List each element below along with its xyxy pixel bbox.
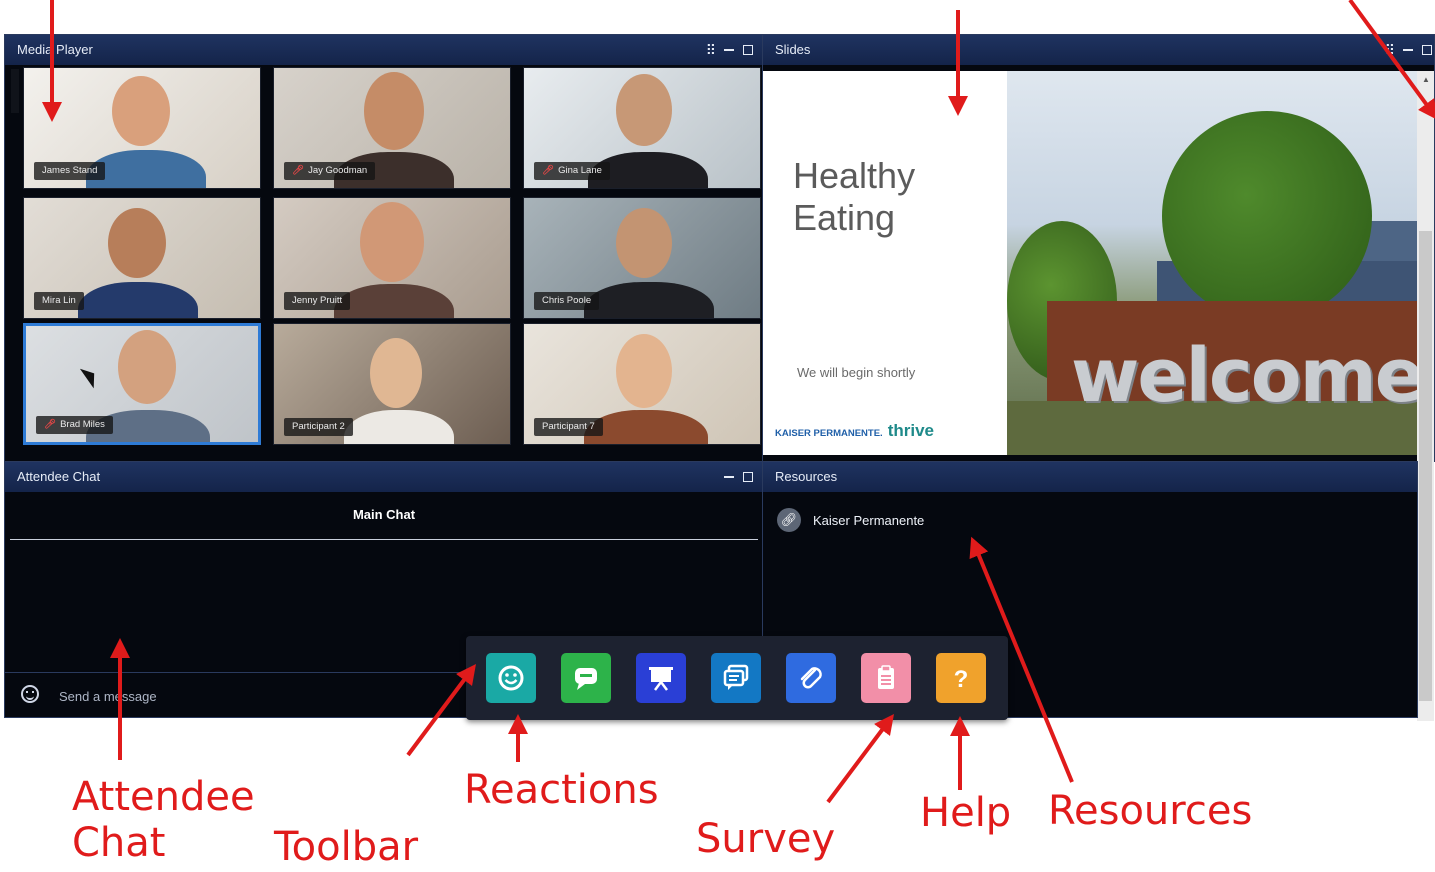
annotation-survey: Survey [696,816,836,862]
annotation-toolbar: Toolbar [274,824,419,870]
mic-muted-icon: 🎤︎ [292,165,305,176]
chat-message-input[interactable] [57,681,441,711]
participant-name-tag: 🎤︎ Brad Miles [36,416,113,434]
survey-button[interactable] [861,653,911,703]
video-tile[interactable]: Participant 7 [523,323,761,445]
scrollbar-thumb[interactable] [1419,231,1432,701]
video-tile[interactable]: 🎤︎ Jay Goodman [273,67,511,189]
resources-button[interactable] [786,653,836,703]
resource-label: Kaiser Permanente [813,512,925,528]
chat-title: Attendee Chat [17,469,101,484]
video-tile[interactable]: Chris Poole [523,197,761,319]
kaiser-logo: KAISER PERMANENTE. thrive [775,421,934,440]
qa-button[interactable] [711,653,761,703]
minimize-icon[interactable] [1403,49,1413,51]
annotation-reactions: Reactions [464,767,659,813]
video-tile[interactable]: 🎤︎ Gina Lane [523,67,761,189]
slide-heading: Healthy Eating [793,155,916,238]
paperclip-icon [800,667,822,689]
messages-icon [723,664,749,690]
annotation-attendee-chat-line1: Attendee [72,774,255,820]
grid-view-icon[interactable]: ⠿ [706,35,716,65]
help-button[interactable]: ? [936,653,986,703]
link-icon: 🔗︎ [777,508,801,532]
slide-photo: welcome [1007,71,1419,455]
cursor-icon [79,363,102,389]
welcome-sign: welcome [1071,333,1419,419]
media-scrollbar[interactable] [11,69,19,113]
grid-view-icon[interactable]: ⠿ [1385,35,1395,65]
maximize-icon[interactable] [743,472,753,482]
participant-name-tag: 🎤︎ Gina Lane [534,162,610,180]
video-grid: James Stand 🎤︎ Jay Goodman 🎤︎ Gina Lane Mi… [23,67,761,459]
clipboard-icon [878,665,894,689]
participant-name: Chris Poole [542,295,592,306]
chat-bubble-icon [575,668,597,690]
chat-button[interactable] [561,653,611,703]
participant-name-tag: Chris Poole [534,292,600,310]
reactions-button[interactable] [486,653,536,703]
participant-name: Mira Lin [42,295,76,306]
participant-name: Participant 2 [292,421,345,432]
slides-title: Slides [775,42,811,57]
annotation-attendee-chat: Attendee Chat [72,774,255,866]
slides-panel: Slides ⠿ Healthy Eating We will begin sh… [762,34,1435,721]
smiley-icon [498,665,524,691]
video-tile[interactable]: Jenny Pruitt [273,197,511,319]
annotation-help: Help [920,790,1012,836]
maximize-icon[interactable] [743,45,753,55]
slides-button[interactable] [636,653,686,703]
chat-tabs: Main Chat [10,495,758,540]
maximize-icon[interactable] [1422,45,1432,55]
participant-name: Jenny Pruitt [292,295,343,306]
emoji-icon[interactable] [21,685,39,703]
participant-name-tag: James Stand [34,162,106,180]
video-tile-active[interactable]: 🎤︎ Brad Miles [23,323,261,445]
slides-titlebar: Slides ⠿ [763,35,1434,65]
participant-name: Gina Lane [558,165,602,176]
video-tile[interactable]: Participant 2 [273,323,511,445]
question-icon: ? [954,666,969,693]
media-player-title: Media Player [17,42,93,57]
participant-name-tag: Jenny Pruitt [284,292,351,310]
participant-name-tag: 🎤︎ Jay Goodman [284,162,376,180]
participant-name-tag: Participant 2 [284,418,353,436]
slide-canvas: Healthy Eating We will begin shortly KAI… [763,71,1419,455]
participant-name-tag: Participant 7 [534,418,603,436]
svg-text:?: ? [954,666,969,693]
participant-name: Jay Goodman [308,165,368,176]
resource-item[interactable]: 🔗︎ Kaiser Permanente [777,508,924,532]
mic-muted-icon: 🎤︎ [44,419,57,430]
resources-title: Resources [775,469,838,484]
scroll-up-icon: ▲ [1422,75,1430,84]
presentation-icon [649,667,673,691]
tab-main-chat[interactable]: Main Chat [10,495,758,535]
slide-subtitle: We will begin shortly [797,365,916,380]
participant-name: Participant 7 [542,421,595,432]
slide-text-area: Healthy Eating We will begin shortly KAI… [763,71,1007,455]
annotation-attendee-chat-line2: Chat [72,820,166,866]
media-player-panel: Media Player ⠿ James Stand 🎤︎ Jay Goodman… [4,34,764,462]
resources-titlebar: Resources [763,462,1417,492]
minimize-icon[interactable] [724,476,734,478]
slides-scrollbar[interactable]: ▲ [1417,71,1434,721]
participant-name-tag: Mira Lin [34,292,84,310]
chat-titlebar: Attendee Chat [5,462,763,492]
mic-muted-icon: 🎤︎ [542,165,555,176]
participant-name: Brad Miles [60,419,105,430]
video-tile[interactable]: James Stand [23,67,261,189]
media-player-titlebar: Media Player ⠿ [5,35,763,65]
participant-name: James Stand [42,165,98,176]
video-tile[interactable]: Mira Lin [23,197,261,319]
minimize-icon[interactable] [724,49,734,51]
toolbar: ? [466,636,1008,720]
annotation-resources: Resources [1048,788,1253,834]
